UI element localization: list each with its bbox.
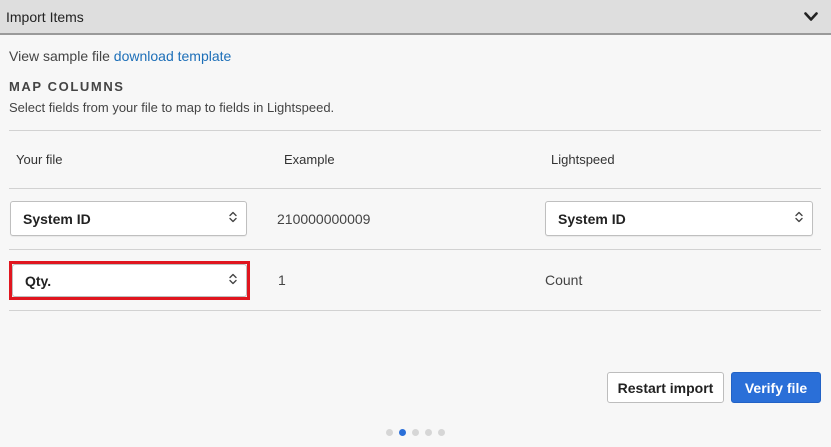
step-dot <box>386 429 393 436</box>
sample-file-line: View sample file download template <box>9 48 231 64</box>
divider <box>9 310 821 311</box>
your-file-select-row-1[interactable]: System ID <box>10 201 247 236</box>
divider <box>9 188 821 189</box>
step-dot <box>425 429 432 436</box>
example-value-row-1: 210000000009 <box>277 211 371 227</box>
step-dot <box>399 429 406 436</box>
select-value: System ID <box>23 210 91 227</box>
step-dot <box>412 429 419 436</box>
select-value: System ID <box>558 210 626 227</box>
verify-file-button[interactable]: Verify file <box>731 372 821 403</box>
lightspeed-value-row-2: Count <box>545 272 583 288</box>
column-header-your-file: Your file <box>16 152 63 167</box>
divider <box>9 130 821 131</box>
divider <box>9 249 821 250</box>
sort-arrows-icon <box>229 210 237 228</box>
import-items-header[interactable]: Import Items <box>0 0 831 35</box>
download-template-link[interactable]: download template <box>114 48 232 64</box>
header-title: Import Items <box>6 8 84 25</box>
sort-arrows-icon <box>795 210 803 228</box>
lightspeed-select-row-1[interactable]: System ID <box>545 201 813 236</box>
column-header-lightspeed: Lightspeed <box>551 152 615 167</box>
step-dot <box>438 429 445 436</box>
map-columns-description: Select fields from your file to map to f… <box>9 100 335 115</box>
step-indicator <box>386 429 445 436</box>
restart-import-button[interactable]: Restart import <box>607 372 724 403</box>
column-header-example: Example <box>284 152 335 167</box>
map-columns-title: MAP COLUMNS <box>9 79 125 94</box>
highlight-outline <box>9 261 250 300</box>
example-value-row-2: 1 <box>278 272 286 288</box>
chevron-down-icon[interactable] <box>801 7 821 27</box>
sample-file-label: View sample file <box>9 48 110 64</box>
